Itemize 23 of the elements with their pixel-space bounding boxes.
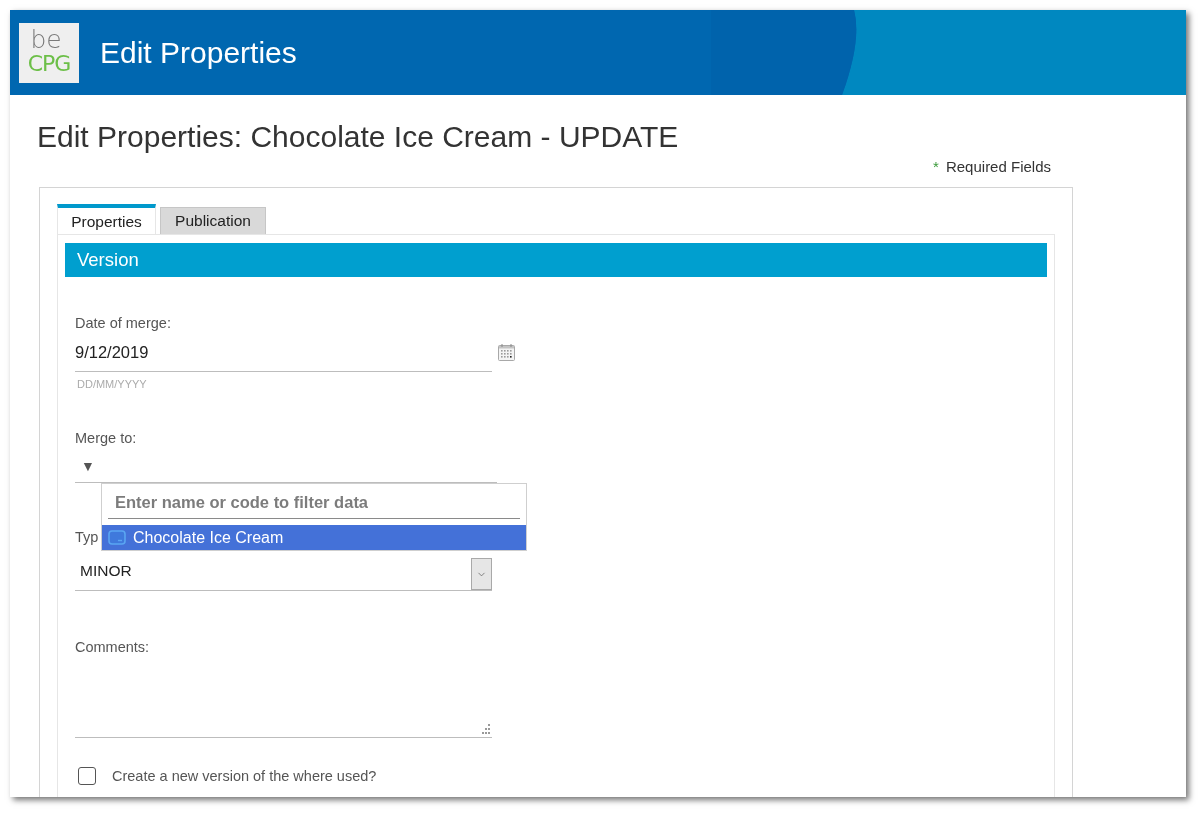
tab[interactable]: Properties xyxy=(57,204,156,234)
page-title: Edit Properties: Chocolate Ice Cream - UPDATE xyxy=(37,120,679,154)
dropdown-toggle[interactable]: ▼ xyxy=(81,457,95,474)
field-label: Date of merge: xyxy=(75,314,171,332)
required-fields-note: Required Fields xyxy=(945,158,1051,176)
checkbox[interactable] xyxy=(78,767,96,785)
calendar-icon[interactable] xyxy=(498,343,515,361)
field-label: Typ xyxy=(75,528,99,546)
tab[interactable]: Publication xyxy=(160,207,266,234)
dropdown-popup[interactable]: Enter name or code to filter data Chocolate Ice Cream xyxy=(101,483,527,551)
dropdown-option[interactable]: Chocolate Ice Cream xyxy=(102,525,526,550)
logo-text: CPG xyxy=(27,51,71,76)
checkbox-label: Create a new version of the where used? xyxy=(112,767,377,785)
field-label: Merge to: xyxy=(75,429,137,447)
type-select[interactable]: MINOR xyxy=(75,557,492,591)
date-format-hint: DD/MM/YYYY xyxy=(77,378,147,390)
resize-grip-icon[interactable] xyxy=(480,724,490,734)
field-label: Comments: xyxy=(75,638,150,656)
card-icon xyxy=(108,530,126,545)
header-title: Edit Properties xyxy=(100,34,297,71)
required-asterisk: * xyxy=(933,158,939,176)
logo-text: be xyxy=(30,27,62,52)
section-header: Version xyxy=(65,243,1047,277)
